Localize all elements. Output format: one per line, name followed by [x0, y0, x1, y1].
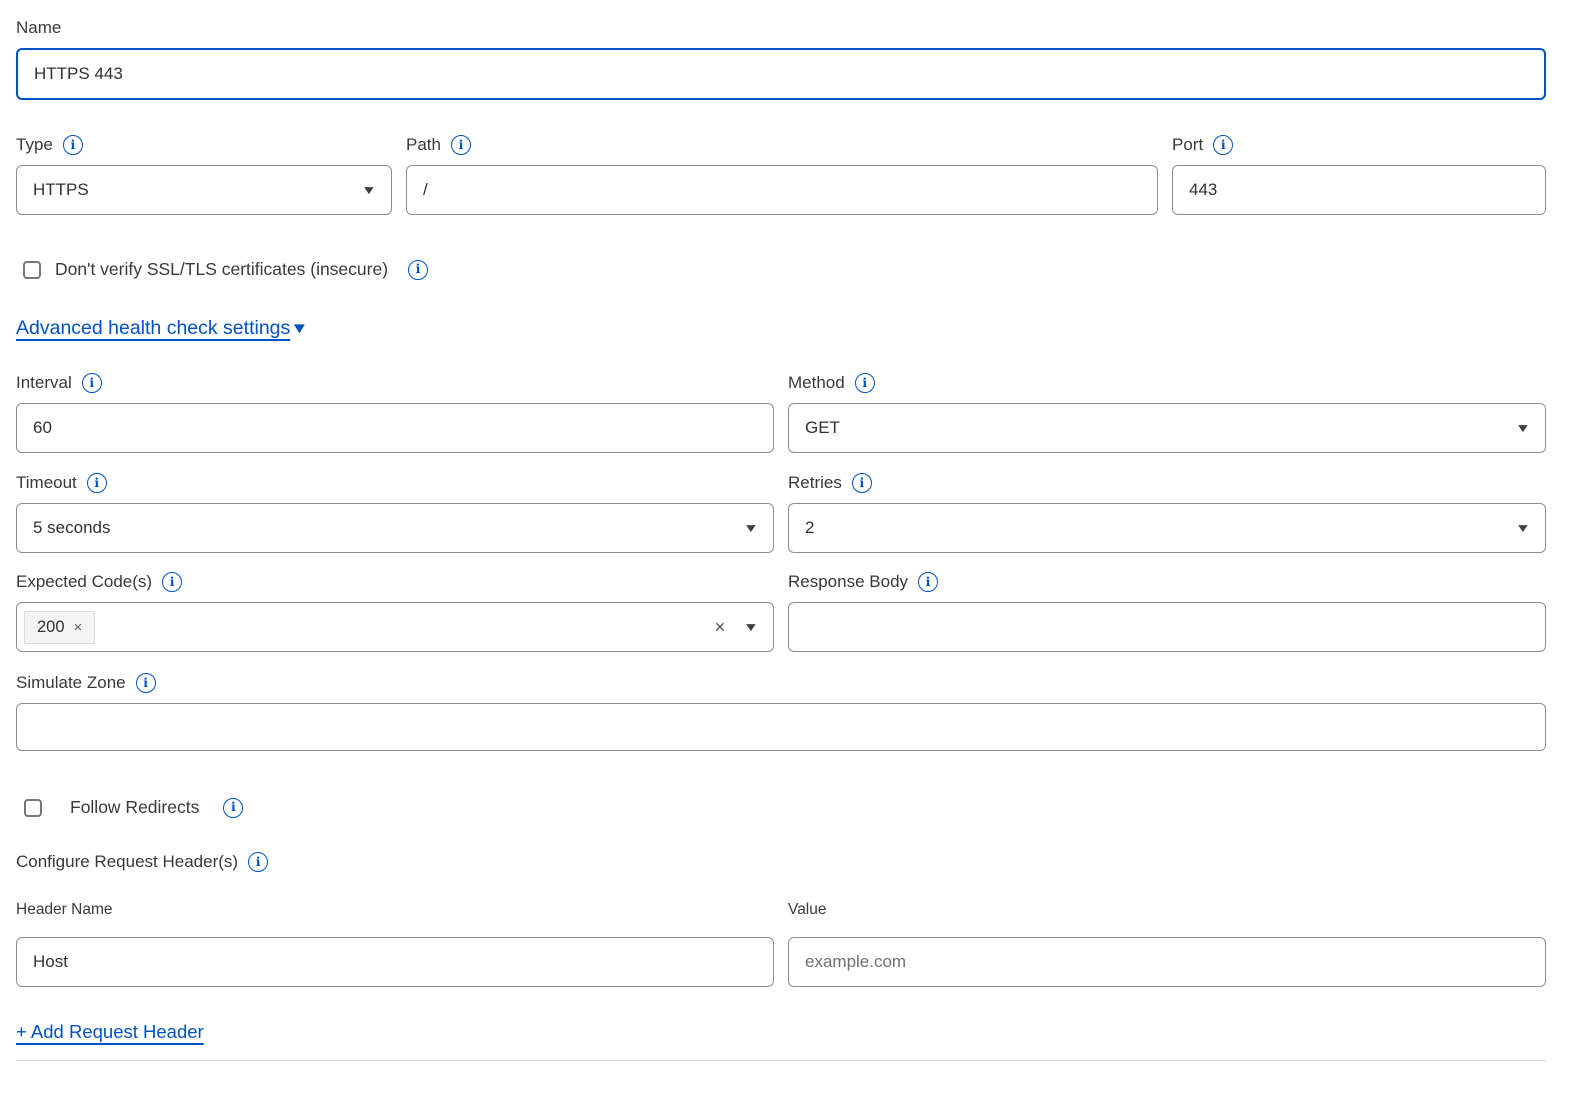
- expected-code-tag-value: 200: [37, 618, 65, 637]
- interval-label: Interval: [16, 373, 72, 393]
- chevron-down-icon: ▼: [1515, 422, 1531, 434]
- retries-select-value: 2: [805, 518, 814, 538]
- expected-codes-info-icon[interactable]: i: [162, 572, 182, 592]
- chevron-down-icon: ▼: [743, 522, 759, 534]
- chevron-down-icon: ▼: [1515, 522, 1531, 534]
- name-label: Name: [16, 18, 61, 38]
- header-value-label: Value: [788, 901, 827, 918]
- chevron-down-icon[interactable]: ▼: [743, 621, 759, 633]
- follow-redirects-checkbox[interactable]: [24, 799, 42, 817]
- verify-ssl-label: Don't verify SSL/TLS certificates (insec…: [55, 259, 388, 280]
- response-body-label: Response Body: [788, 572, 908, 592]
- type-select-value: HTTPS: [33, 180, 89, 200]
- interval-info-icon[interactable]: i: [82, 373, 102, 393]
- bottom-divider: [16, 1060, 1546, 1061]
- expected-code-tag: 200 ×: [24, 611, 95, 644]
- chevron-down-icon: ▼: [361, 184, 377, 196]
- path-input[interactable]: [406, 165, 1158, 215]
- simulate-zone-input[interactable]: [16, 703, 1546, 751]
- advanced-settings-link-text: Advanced health check settings: [16, 317, 290, 340]
- path-label: Path: [406, 135, 441, 155]
- verify-ssl-checkbox[interactable]: [23, 261, 41, 279]
- timeout-select-value: 5 seconds: [33, 518, 111, 538]
- timeout-label: Timeout: [16, 473, 77, 493]
- verify-ssl-info-icon[interactable]: i: [408, 260, 428, 280]
- type-info-icon[interactable]: i: [63, 135, 83, 155]
- advanced-settings-link[interactable]: Advanced health check settings ▼: [16, 317, 307, 340]
- request-header-row: [16, 937, 1546, 987]
- port-label: Port: [1172, 135, 1203, 155]
- method-select[interactable]: GET ▼: [788, 403, 1546, 453]
- clear-all-icon[interactable]: ×: [715, 618, 726, 636]
- path-info-icon[interactable]: i: [451, 135, 471, 155]
- header-name-input[interactable]: [16, 937, 774, 987]
- configure-headers-label: Configure Request Header(s): [16, 852, 238, 872]
- type-label: Type: [16, 135, 53, 155]
- retries-select[interactable]: 2 ▼: [788, 503, 1546, 553]
- interval-input[interactable]: [16, 403, 774, 453]
- type-select[interactable]: HTTPS ▼: [16, 165, 392, 215]
- simulate-zone-label: Simulate Zone: [16, 673, 126, 693]
- retries-label: Retries: [788, 473, 842, 493]
- triangle-down-icon: ▼: [290, 321, 309, 336]
- method-select-value: GET: [805, 418, 840, 438]
- remove-tag-icon[interactable]: ×: [74, 620, 83, 635]
- port-input[interactable]: [1172, 165, 1546, 215]
- simulate-zone-info-icon[interactable]: i: [136, 673, 156, 693]
- response-body-info-icon[interactable]: i: [918, 572, 938, 592]
- port-info-icon[interactable]: i: [1213, 135, 1233, 155]
- header-name-label: Header Name: [16, 901, 113, 918]
- expected-codes-label: Expected Code(s): [16, 572, 152, 592]
- configure-headers-info-icon[interactable]: i: [248, 852, 268, 872]
- method-label: Method: [788, 373, 845, 393]
- timeout-select[interactable]: 5 seconds ▼: [16, 503, 774, 553]
- expected-codes-multiselect[interactable]: 200 × × ▼: [16, 602, 774, 652]
- name-input[interactable]: [16, 48, 1546, 100]
- health-check-form: Name Type i HTTPS ▼ Path i Port i: [0, 0, 1570, 1061]
- response-body-input[interactable]: [788, 602, 1546, 652]
- add-request-header-link[interactable]: + Add Request Header: [16, 1021, 204, 1042]
- header-value-input[interactable]: [788, 937, 1546, 987]
- timeout-info-icon[interactable]: i: [87, 473, 107, 493]
- method-info-icon[interactable]: i: [855, 373, 875, 393]
- follow-redirects-label: Follow Redirects: [70, 797, 199, 818]
- retries-info-icon[interactable]: i: [852, 473, 872, 493]
- follow-redirects-info-icon[interactable]: i: [223, 798, 243, 818]
